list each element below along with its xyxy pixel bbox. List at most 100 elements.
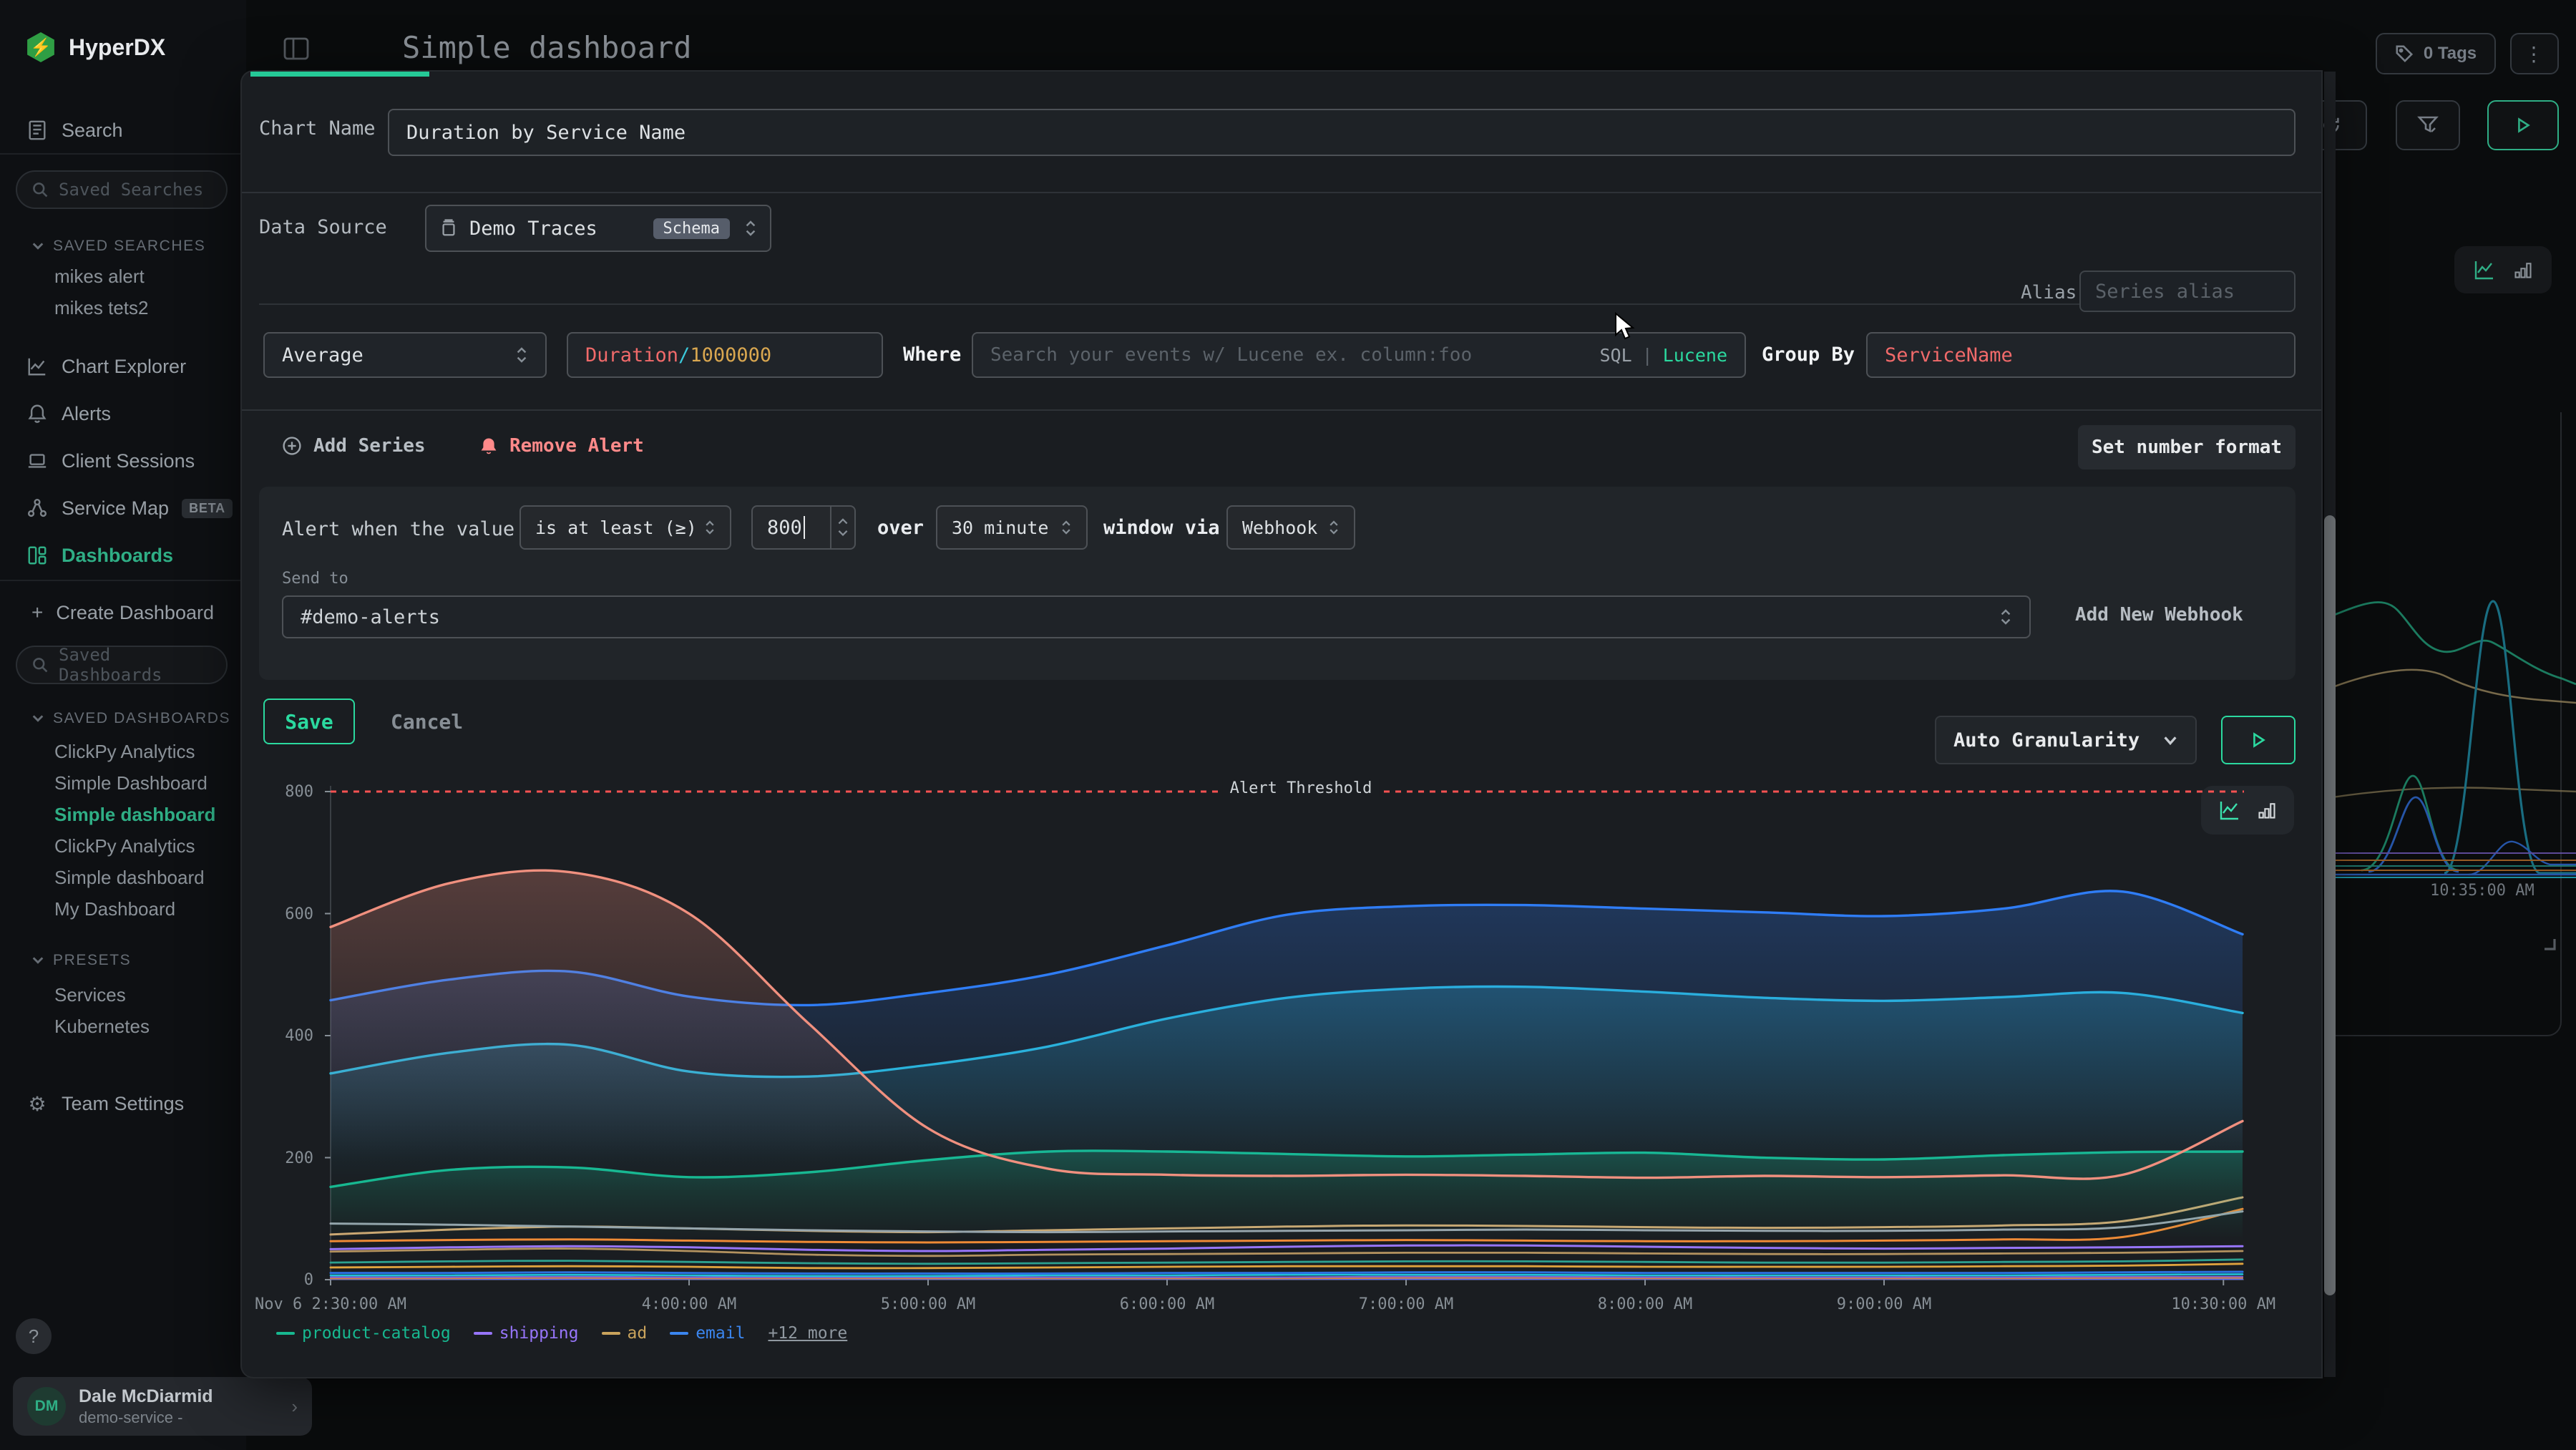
sidebar: ⚡ HyperDX Search Saved Searches SAVED SE…	[0, 0, 246, 1450]
saved-dashboard-item[interactable]: Simple Dashboard	[0, 767, 246, 799]
saved-dashboard-item[interactable]: ClickPy Analytics	[0, 830, 246, 862]
cancel-button[interactable]: Cancel	[391, 710, 463, 734]
field-expression-input[interactable]: Duration/1000000	[567, 332, 883, 378]
help-label: ?	[29, 1325, 39, 1348]
add-series-label: Add Series	[313, 435, 426, 457]
legend-more[interactable]: +12 more	[768, 1324, 847, 1343]
bar-chart-icon	[2513, 260, 2533, 280]
presets-header[interactable]: PRESETS	[0, 946, 131, 975]
legend-label: +12 more	[768, 1324, 847, 1343]
saved-dashboards-input[interactable]: Saved Dashboards	[16, 646, 228, 684]
preset-item[interactable]: Kubernetes	[0, 1011, 246, 1042]
sidebar-collapse-button[interactable]	[280, 33, 312, 64]
logo[interactable]: ⚡ HyperDX	[0, 29, 165, 66]
save-button[interactable]: Save	[263, 699, 355, 744]
circle-plus-icon	[282, 436, 302, 456]
granularity-select[interactable]: Auto Granularity	[1935, 716, 2197, 764]
sql-toggle[interactable]: SQL	[1599, 345, 1631, 366]
alert-operator-select[interactable]: is at least (≥)	[519, 505, 731, 550]
select-caret-icon	[515, 345, 528, 365]
divider	[242, 192, 2321, 193]
x-tick-label: 8:00:00 AM	[1598, 1295, 1692, 1313]
help-button[interactable]: ?	[16, 1318, 52, 1354]
sidebar-item-client-sessions[interactable]: Client Sessions	[0, 442, 246, 480]
line-chart-icon	[2473, 258, 2496, 281]
sidebar-item-label: Search	[62, 120, 123, 142]
legend-item-product-catalog[interactable]: product-catalog	[276, 1324, 451, 1343]
sidebar-item-chart-explorer[interactable]: Chart Explorer	[0, 348, 246, 385]
group-by-label: Group By	[1762, 344, 1855, 366]
modal-scrollbar-thumb[interactable]	[2324, 515, 2336, 1295]
user-card[interactable]: DM Dale McDiarmid demo-service - ›	[13, 1377, 312, 1436]
edit-chart-modal: Chart Name Duration by Service Name Data…	[242, 72, 2321, 1377]
schema-badge: Schema	[653, 218, 730, 239]
chart-legend: product-catalog shipping ad email +12 more	[276, 1324, 847, 1343]
chart-name-input[interactable]: Duration by Service Name	[388, 109, 2296, 156]
legend-item-shipping[interactable]: shipping	[474, 1324, 579, 1343]
filter-button[interactable]	[2396, 100, 2460, 150]
sidebar-item-alerts[interactable]: Alerts	[0, 395, 246, 432]
set-number-format-button[interactable]: Set number format	[2078, 425, 2296, 469]
background-chart-toggle[interactable]	[2454, 246, 2552, 293]
saved-dashboard-item[interactable]: Simple dashboard	[0, 862, 246, 893]
page-title: Simple dashboard	[402, 30, 692, 65]
sidebar-divider	[0, 580, 246, 581]
alert-channel-value: Webhook	[1242, 517, 1317, 538]
preset-item[interactable]: Services	[0, 979, 246, 1011]
over-label: over	[877, 517, 924, 539]
chart-name-label: Chart Name	[259, 117, 376, 140]
user-name: Dale McDiarmid	[79, 1386, 213, 1408]
chevron-down-icon	[31, 712, 44, 725]
lucene-toggle[interactable]: Lucene	[1663, 345, 1727, 366]
aggregation-select[interactable]: Average	[263, 332, 547, 378]
chevron-right-icon: ›	[291, 1396, 298, 1418]
alert-threshold-input[interactable]: 800	[751, 505, 856, 550]
x-tick-label: Nov 6 2:30:00 AM	[255, 1295, 406, 1313]
duration-chart[interactable]	[325, 783, 2250, 1287]
run-chart-button[interactable]	[2221, 716, 2296, 764]
alert-window-value: 30 minute	[952, 517, 1048, 538]
window-via-label: window via	[1103, 517, 1220, 539]
saved-search-item[interactable]: mikes alert	[0, 261, 246, 292]
alert-window-select[interactable]: 30 minute	[936, 505, 1088, 550]
alert-channel-select[interactable]: Webhook	[1226, 505, 1355, 550]
remove-alert-button[interactable]: Remove Alert	[479, 435, 644, 457]
tags-button[interactable]: 0 Tags	[2376, 33, 2496, 74]
saved-searches-input[interactable]: Saved Searches	[16, 170, 228, 209]
webhook-select[interactable]: #demo-alerts	[282, 595, 2031, 638]
search-icon	[31, 656, 49, 673]
sidebar-item-dashboards[interactable]: Dashboards	[0, 537, 246, 574]
text-caret	[804, 516, 805, 539]
data-source-select[interactable]: Demo Traces Schema	[425, 205, 771, 252]
add-series-button[interactable]: Add Series	[282, 435, 426, 457]
create-dashboard-button[interactable]: + Create Dashboard	[0, 594, 246, 631]
kebab-menu-button[interactable]: ⋮	[2510, 33, 2559, 74]
y-tick-label: 400	[259, 1027, 313, 1045]
x-tick-label: 10:30:00 AM	[2171, 1295, 2275, 1313]
sidebar-item-team-settings[interactable]: ⚙ Team Settings	[0, 1085, 246, 1122]
saved-search-item[interactable]: mikes tets2	[0, 292, 246, 323]
sidebar-item-service-map[interactable]: Service Map BETA	[0, 490, 246, 527]
saved-dashboard-item[interactable]: ClickPy Analytics	[0, 736, 246, 767]
add-new-webhook-button[interactable]: Add New Webhook	[2075, 604, 2243, 626]
group-by-input[interactable]: ServiceName	[1866, 332, 2296, 378]
number-spinner[interactable]	[830, 507, 854, 548]
saved-dashboard-item[interactable]: My Dashboard	[0, 893, 246, 925]
x-tick-label: 4:00:00 AM	[642, 1295, 736, 1313]
saved-dashboard-item[interactable]: Simple dashboard	[0, 799, 246, 830]
mouse-cursor	[1614, 312, 1639, 344]
legend-item-ad[interactable]: ad	[602, 1324, 648, 1343]
saved-dashboards-header[interactable]: SAVED DASHBOARDS	[0, 704, 230, 733]
saved-dashboards-placeholder: Saved Dashboards	[59, 645, 212, 685]
sidebar-item-search[interactable]: Search	[0, 112, 246, 149]
chevron-down-icon	[31, 240, 44, 253]
run-query-button[interactable]	[2487, 100, 2559, 150]
legend-item-email[interactable]: email	[670, 1324, 745, 1343]
alert-prefix-label: Alert when the value	[282, 518, 514, 540]
data-source-label: Data Source	[259, 216, 387, 238]
search-icon	[31, 181, 49, 198]
resize-handle-icon[interactable]	[2539, 933, 2556, 950]
saved-searches-header[interactable]: SAVED SEARCHES	[0, 232, 205, 261]
series-alias-input[interactable]: Series alias	[2079, 271, 2296, 312]
chevron-down-icon	[31, 954, 44, 967]
